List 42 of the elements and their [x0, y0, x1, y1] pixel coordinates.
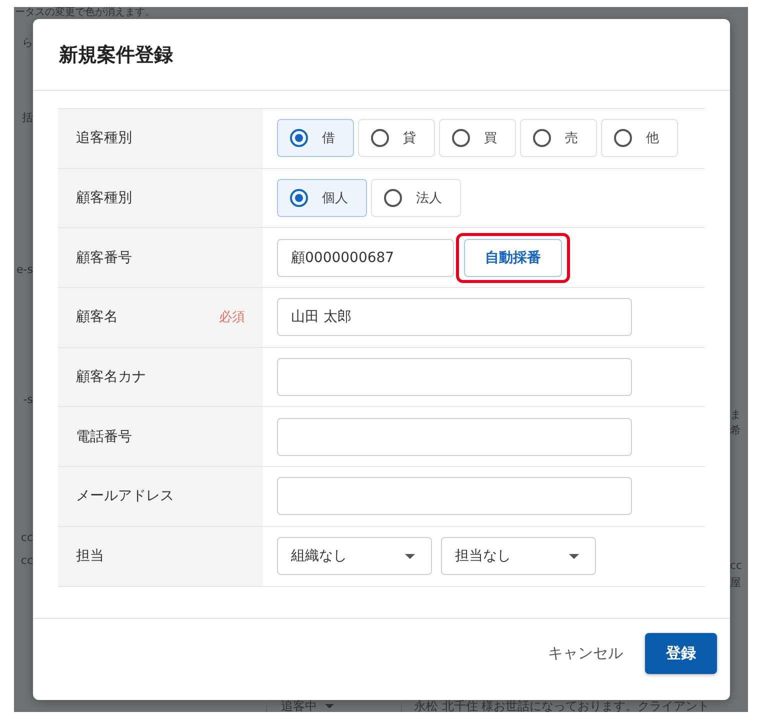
field-label: 顧客種別 — [76, 189, 132, 208]
radio-option[interactable]: 他 — [601, 119, 678, 158]
required-tag: 必須 — [219, 308, 245, 326]
radio-option[interactable]: 個人 — [277, 179, 367, 218]
background-text: 希 — [730, 423, 741, 439]
radio-option[interactable]: 買 — [439, 119, 516, 158]
text-field[interactable] — [277, 418, 632, 456]
background-text: e-s — [16, 262, 33, 278]
field-label: メールアドレス — [76, 487, 174, 506]
radio-option[interactable]: 貸 — [358, 119, 435, 158]
auto-number-button[interactable]: 自動採番 — [464, 238, 562, 277]
text-field[interactable]: 山田 太郎 — [277, 298, 632, 336]
background-text: cc — [20, 530, 33, 546]
radio-option[interactable]: 借 — [277, 119, 354, 158]
dropdown[interactable]: 組織なし — [277, 537, 432, 576]
background-text: cc — [20, 553, 33, 569]
field-label: 顧客名 — [76, 308, 118, 326]
text-field[interactable] — [277, 477, 632, 516]
dropdown[interactable]: 担当なし — [441, 537, 596, 576]
radio-option[interactable]: 法人 — [371, 179, 461, 218]
text-field[interactable] — [277, 358, 632, 396]
status-text: 追客中 — [281, 700, 317, 712]
background-text: 永松 北千住 様お世話になっております。クライアント — [414, 700, 710, 712]
field-label: 顧客番号 — [76, 248, 132, 267]
caret-icon — [405, 554, 415, 559]
background-text: cc — [730, 558, 742, 574]
caret-icon — [569, 554, 579, 559]
caret-icon — [325, 704, 334, 708]
background-text: ら — [22, 35, 33, 51]
customer-number-field[interactable]: 顧0000000687 — [277, 238, 454, 277]
register-button[interactable]: 登録 — [645, 633, 717, 674]
field-label: 担当 — [76, 547, 104, 566]
dialog-title: 新規案件登録 — [59, 42, 173, 68]
radio-option[interactable]: 売 — [520, 119, 597, 158]
cancel-button[interactable]: キャンセル — [542, 643, 629, 664]
field-label: 顧客名カナ — [76, 368, 146, 386]
background-text: -s — [23, 392, 33, 408]
field-label: 追客種別 — [76, 129, 132, 148]
field-label: 電話番号 — [76, 428, 132, 446]
background-text: 屋 — [730, 575, 741, 591]
background-text: 括 — [22, 110, 33, 126]
background-text: ま — [730, 407, 741, 423]
